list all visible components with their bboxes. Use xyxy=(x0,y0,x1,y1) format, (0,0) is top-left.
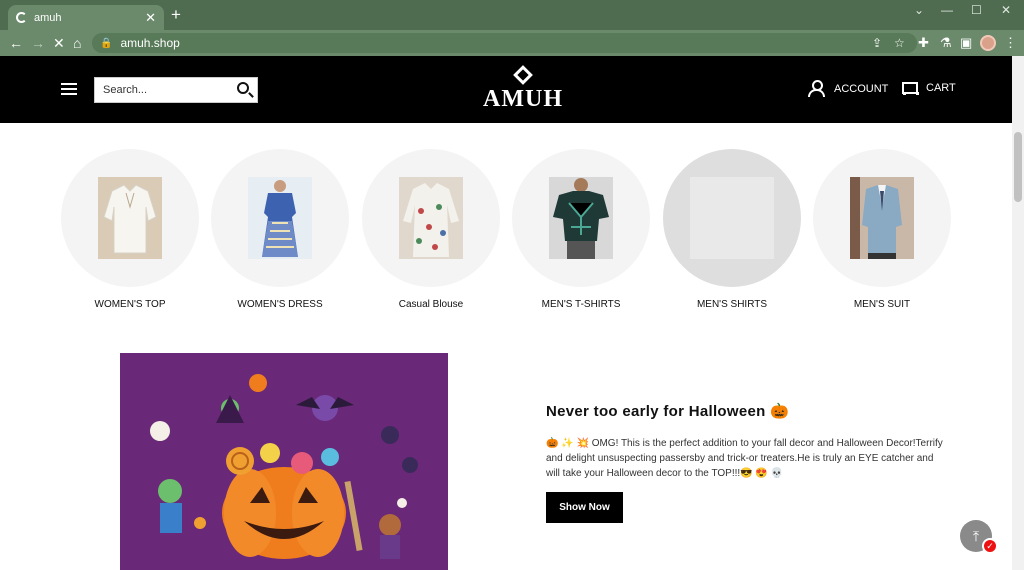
tab-search-icon[interactable]: ⌄ xyxy=(914,3,924,17)
home-button[interactable]: ⌂ xyxy=(73,34,81,52)
cart-link[interactable]: CART xyxy=(900,80,956,95)
browser-tab[interactable]: amuh ✕ xyxy=(8,5,164,30)
category-label: MEN'S SHIRTS xyxy=(696,299,768,310)
loading-spinner-icon xyxy=(16,12,27,23)
side-panel-icon[interactable]: ▣ xyxy=(960,35,972,51)
search-input[interactable] xyxy=(95,78,225,102)
category-circle xyxy=(61,149,199,287)
search-box xyxy=(94,77,258,103)
category-mens-tshirts[interactable]: MEN'S T-SHIRTS xyxy=(512,149,650,310)
site-logo[interactable]: AMUH xyxy=(482,65,564,114)
promo-description: 🎃 ✨ 💥 OMG! This is the perfect addition … xyxy=(546,438,943,479)
category-circle xyxy=(813,149,951,287)
web-page: AMUH ACCOUNT CART WOMEN'S TOP xyxy=(0,56,1012,570)
category-mens-shirts[interactable]: MEN'S SHIRTS xyxy=(663,149,801,310)
logo-diamond-icon xyxy=(513,65,533,85)
page-scrollbar[interactable] xyxy=(1012,56,1024,570)
profile-avatar[interactable] xyxy=(980,35,996,51)
browser-tab-bar: amuh ✕ + ⌄ — ☐ ✕ xyxy=(0,0,1024,30)
category-circle xyxy=(211,149,349,287)
new-tab-button[interactable]: + xyxy=(171,6,181,24)
maximize-button[interactable]: ☐ xyxy=(971,3,982,17)
mens-tshirt-image xyxy=(549,177,613,259)
close-window-button[interactable]: ✕ xyxy=(1001,3,1011,17)
category-label: WOMEN'S DRESS xyxy=(237,299,323,310)
forward-button[interactable]: → xyxy=(31,34,45,52)
mens-shirts-image-placeholder xyxy=(690,177,774,259)
womens-dress-image xyxy=(248,177,312,259)
category-circle xyxy=(362,149,500,287)
share-icon[interactable]: ⇪ xyxy=(872,36,882,50)
category-womens-dress[interactable]: WOMEN'S DRESS xyxy=(211,149,349,310)
category-circle xyxy=(663,149,801,287)
mens-suit-image xyxy=(850,177,914,259)
promo-title: Never too early for Halloween 🎃 xyxy=(546,403,790,420)
site-header: AMUH ACCOUNT CART xyxy=(0,56,1012,123)
cart-label: CART xyxy=(926,81,956,94)
cart-icon xyxy=(900,80,919,95)
extensions-icon[interactable]: ✚ xyxy=(918,35,929,51)
bookmark-star-icon[interactable]: ☆ xyxy=(894,36,905,50)
casual-blouse-image xyxy=(399,177,463,259)
account-link[interactable]: ACCOUNT xyxy=(808,80,888,97)
hamburger-menu-icon[interactable] xyxy=(61,83,77,95)
minimize-button[interactable]: — xyxy=(941,3,953,17)
category-mens-suit[interactable]: MEN'S SUIT xyxy=(813,149,951,310)
person-icon xyxy=(808,80,825,97)
category-label: MEN'S T-SHIRTS xyxy=(541,299,621,310)
category-womens-top[interactable]: WOMEN'S TOP xyxy=(61,149,199,310)
browser-toolbar: ← → ✕ ⌂ 🔒 amuh.shop ⇪ ☆ ✚ ⚗ ▣ ⋮ xyxy=(0,30,1024,56)
account-label: ACCOUNT xyxy=(834,82,889,95)
stop-button[interactable]: ✕ xyxy=(53,34,65,52)
tab-title: amuh xyxy=(34,11,62,24)
arrow-up-icon: ⤒ xyxy=(972,527,980,544)
address-bar[interactable]: 🔒 amuh.shop xyxy=(92,33,917,53)
show-now-button[interactable]: Show Now xyxy=(546,492,623,523)
halloween-promo-image xyxy=(120,353,448,570)
lab-flask-icon[interactable]: ⚗ xyxy=(940,35,952,51)
url-text: amuh.shop xyxy=(120,36,180,50)
back-button[interactable]: ← xyxy=(9,34,23,52)
scrollbar-thumb[interactable] xyxy=(1014,132,1022,202)
category-circle xyxy=(512,149,650,287)
menu-kebab-icon[interactable]: ⋮ xyxy=(1004,35,1017,51)
search-icon[interactable] xyxy=(237,82,249,94)
lock-icon: 🔒 xyxy=(100,37,113,49)
tab-close-icon[interactable]: ✕ xyxy=(145,10,156,26)
notification-badge-icon[interactable]: ✓ xyxy=(982,538,998,554)
category-label: WOMEN'S TOP xyxy=(94,299,166,310)
womens-top-image xyxy=(98,177,162,259)
logo-wordmark: AMUH xyxy=(483,86,563,112)
category-label: MEN'S SUIT xyxy=(853,299,911,310)
category-casual-blouse[interactable]: Casual Blouse xyxy=(362,149,500,310)
category-label: Casual Blouse xyxy=(398,299,464,310)
